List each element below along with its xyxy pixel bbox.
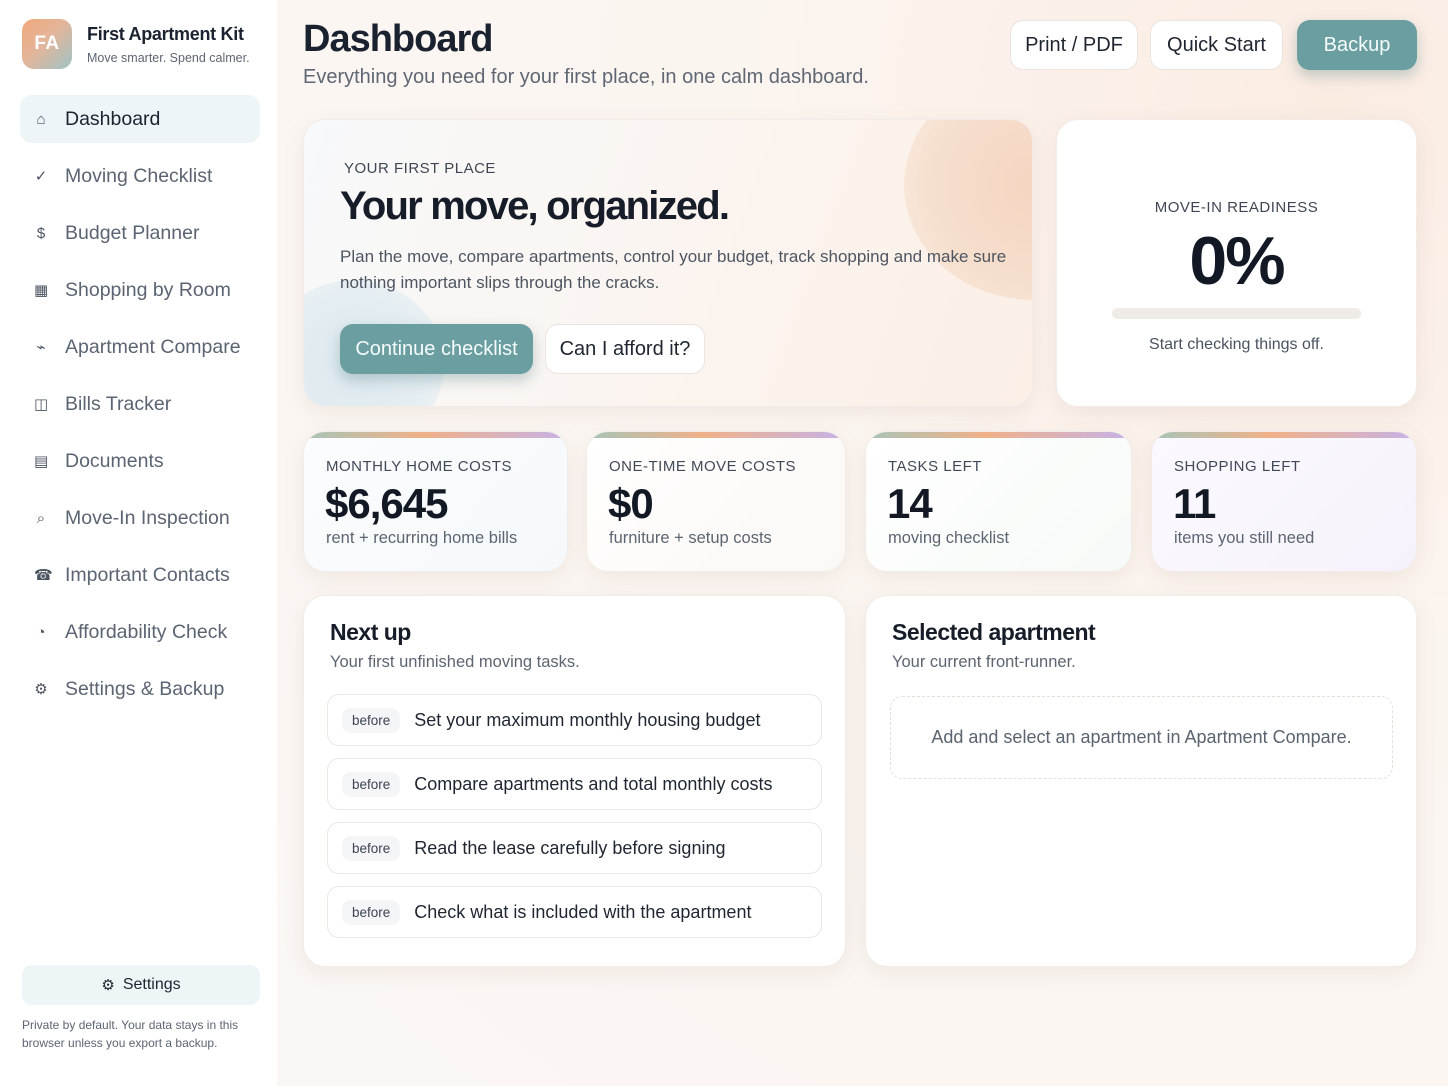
stat-label: ONE-TIME MOVE COSTS [609,458,797,475]
readiness-value: 0% [1189,223,1285,299]
readiness-hint: Start checking things off. [1149,336,1324,353]
brand-text: First Apartment Kit Move smarter. Spend … [87,24,250,65]
task-phase-badge: before [342,835,401,861]
stat-note: furniture + setup costs [609,529,772,547]
readiness-progress-bar [1112,308,1361,319]
selected-apartment-card: Selected apartment Your current front-ru… [865,595,1417,967]
sidebar-item-dashboard[interactable]: ⌂ Dashboard [20,95,260,143]
pie-icon: ◔ [36,623,46,641]
sidebar-item-label: Budget Planner [65,221,200,244]
main-content: Dashboard Everything you need for your f… [277,0,1448,1086]
square-icon: ▦ [34,282,49,299]
stat-note: rent + recurring home bills [326,529,518,547]
compare-icon: ⌁ [36,339,46,356]
settings-button[interactable]: ⚙ Settings [22,965,260,1005]
brand-logo: FA [22,19,72,69]
stat-value: $0 [608,480,654,527]
stat-value: 14 [887,480,933,527]
privacy-note: Private by default. Your data stays in t… [22,1018,239,1050]
stat-label: SHOPPING LEFT [1174,458,1301,475]
hero-description: Plan the move, compare apartments, contr… [340,247,1007,292]
afford-check-button[interactable]: Can I afford it? [545,324,705,374]
columns-icon: ◫ [34,396,49,413]
sidebar-item-documents[interactable]: ▤ Documents [20,437,260,485]
sidebar-item-budget-planner[interactable]: $ Budget Planner [20,209,260,257]
sidebar: FA First Apartment Kit Move smarter. Spe… [0,0,277,1086]
apartment-empty-state[interactable]: Add and select an apartment in Apartment… [890,696,1393,779]
quick-start-button[interactable]: Quick Start [1150,20,1283,70]
check-icon: ✓ [34,168,48,185]
sidebar-item-label: Apartment Compare [65,335,241,358]
next-up-card: Next up Your first unfinished moving tas… [303,595,846,967]
task-item[interactable]: before Read the lease carefully before s… [327,822,822,874]
task-item[interactable]: before Check what is included with the a… [327,886,822,938]
gear-icon: ⚙ [34,681,48,698]
sidebar-item-important-contacts[interactable]: ☎ Important Contacts [20,551,260,599]
sidebar-item-label: Dashboard [65,107,161,130]
continue-checklist-button[interactable]: Continue checklist [340,324,533,374]
sidebar-item-bills-tracker[interactable]: ◫ Bills Tracker [20,380,260,428]
readiness-label: MOVE-IN READINESS [1154,199,1319,216]
hero-title: Your move, organized. [340,184,730,228]
stat-note: moving checklist [888,529,1010,547]
readiness-card: MOVE-IN READINESS 0% Start checking thin… [1056,119,1417,407]
dollar-icon: $ [36,224,46,242]
print-pdf-button[interactable]: Print / PDF [1010,20,1138,70]
sidebar-item-affordability-check[interactable]: ◔ Affordability Check [20,608,260,656]
task-phase-badge: before [342,771,401,797]
sidebar-item-label: Bills Tracker [65,392,172,415]
home-icon: ⌂ [36,110,46,128]
phone-icon: ☎ [34,567,53,584]
sidebar-item-settings-backup[interactable]: ⚙ Settings & Backup [20,665,260,713]
page-title: Dashboard [303,18,493,60]
sidebar-item-label: Affordability Check [65,620,228,643]
stat-label: TASKS LEFT [888,458,982,475]
sidebar-item-label: Moving Checklist [65,164,213,187]
stat-note: items you still need [1174,529,1315,547]
task-text: Compare apartments and total monthly cos… [414,773,773,794]
selected-apartment-title: Selected apartment [892,619,1096,645]
sidebar-item-label: Settings & Backup [65,677,225,700]
hero-card: YOUR FIRST PLACE Your move, organized. P… [303,119,1033,407]
sidebar-nav: ⌂ Dashboard ✓ Moving Checklist $ Budget … [20,95,260,722]
brand-name: First Apartment Kit [87,23,244,44]
sidebar-item-move-in-inspection[interactable]: ⌕ Move-In Inspection [20,494,260,542]
backup-button[interactable]: Backup [1297,20,1417,70]
stat-card-monthly-costs[interactable]: MONTHLY HOME COSTS $6,645 rent + recurri… [303,431,568,572]
selected-apartment-subtitle: Your current front-runner. [892,653,1076,671]
sidebar-item-apartment-compare[interactable]: ⌁ Apartment Compare [20,323,260,371]
sidebar-item-label: Shopping by Room [65,278,231,301]
sidebar-item-label: Documents [65,449,164,472]
magnifier-icon: ⌕ [36,509,46,527]
task-phase-badge: before [342,707,401,733]
stat-card-shopping-left[interactable]: SHOPPING LEFT 11 items you still need [1151,431,1417,572]
stat-card-tasks-left[interactable]: TASKS LEFT 14 moving checklist [865,431,1132,572]
task-text: Check what is included with the apartmen… [414,901,752,922]
sidebar-item-label: Important Contacts [65,563,230,586]
hero-eyebrow: YOUR FIRST PLACE [344,160,496,177]
task-text: Set your maximum monthly housing budget [414,709,761,730]
brand-tagline: Move smarter. Spend calmer. [87,50,250,65]
task-text: Read the lease carefully before signing [414,837,726,858]
sidebar-item-moving-checklist[interactable]: ✓ Moving Checklist [20,152,260,200]
task-item[interactable]: before Set your maximum monthly housing … [327,694,822,746]
document-icon: ▤ [34,453,49,470]
sidebar-item-label: Move-In Inspection [65,506,230,529]
task-item[interactable]: before Compare apartments and total mont… [327,758,822,810]
sidebar-item-shopping-by-room[interactable]: ▦ Shopping by Room [20,266,260,314]
stat-value: 11 [1173,480,1216,527]
task-phase-badge: before [342,899,401,925]
next-up-title: Next up [330,619,411,645]
next-up-subtitle: Your first unfinished moving tasks. [330,653,580,671]
stat-card-move-costs[interactable]: ONE-TIME MOVE COSTS $0 furniture + setup… [586,431,846,572]
gear-icon: ⚙ [101,977,115,994]
page-subtitle: Everything you need for your first place… [303,66,869,88]
stat-value: $6,645 [325,480,448,527]
app: FA First Apartment Kit Move smarter. Spe… [0,0,1448,1086]
stat-label: MONTHLY HOME COSTS [326,458,512,475]
settings-button-label: Settings [122,976,181,993]
brand[interactable]: FA First Apartment Kit Move smarter. Spe… [22,19,250,69]
